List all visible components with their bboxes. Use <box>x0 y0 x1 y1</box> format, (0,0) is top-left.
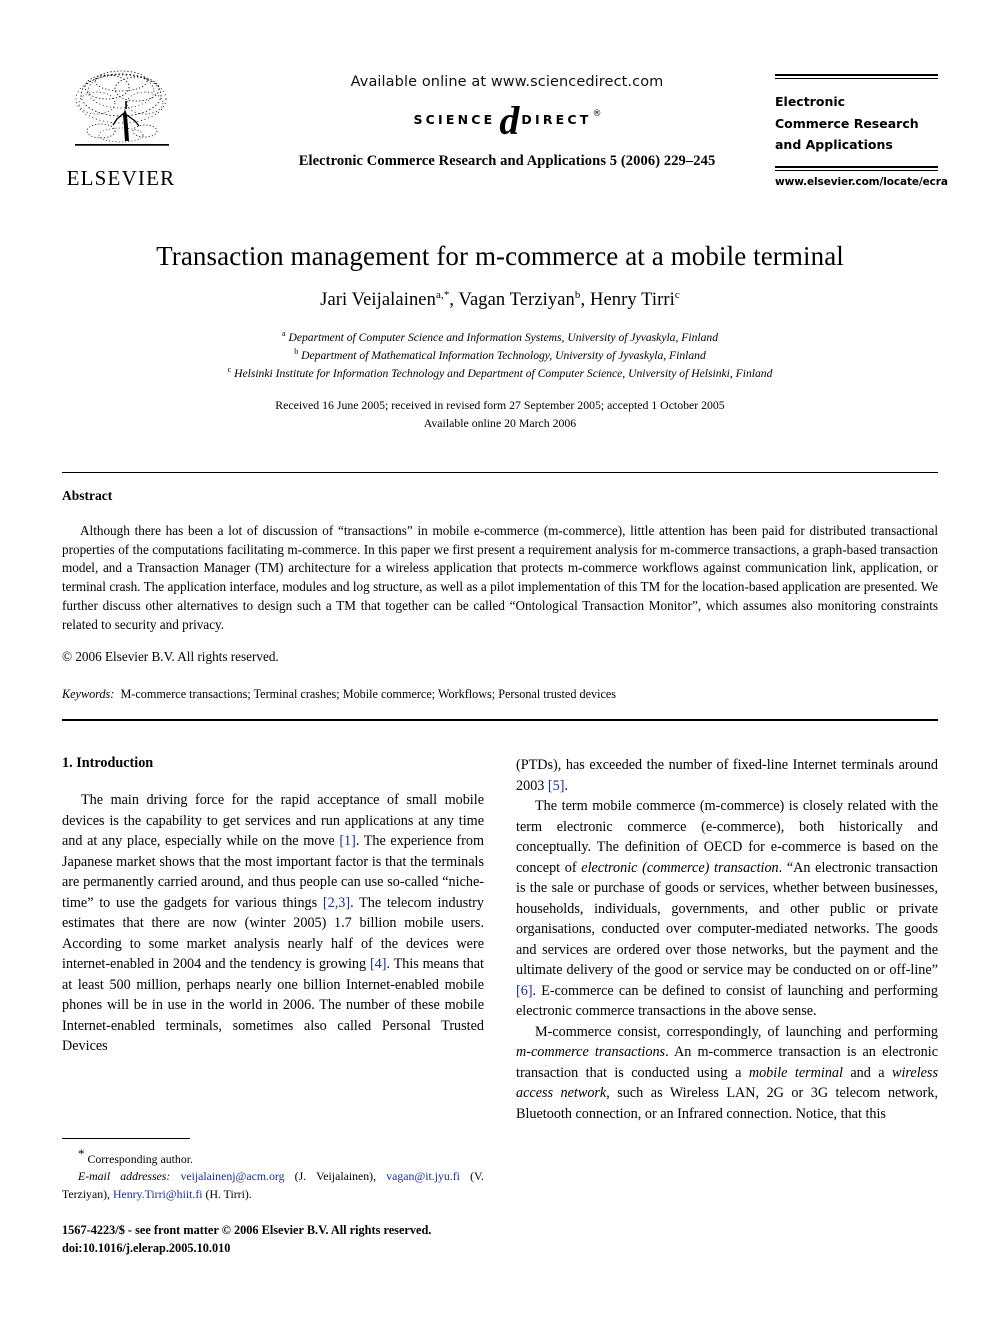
journal-header: ELSEVIER Available online at www.science… <box>62 62 948 212</box>
issn-copyright-line: 1567-4223/$ - see front matter © 2006 El… <box>62 1223 432 1237</box>
intro-p3-text-3: and a <box>842 1064 892 1081</box>
email-link-1[interactable]: veijalainenj@acm.org <box>180 1169 284 1183</box>
affiliation-marker: b <box>294 347 299 357</box>
intro-p3-emphasis-2: mobile terminal <box>748 1064 843 1081</box>
journal-box-rule-top <box>775 74 938 79</box>
email-link-2[interactable]: vagan@it.jyu.fi <box>386 1169 460 1183</box>
email-addresses-label: E-mail addresses: <box>78 1169 171 1184</box>
sciencedirect-at-glyph: d <box>499 98 520 143</box>
citation-ref-2-3[interactable]: [2,3] <box>323 895 350 911</box>
author-name-2: Vagan Terziyan <box>458 290 575 311</box>
abstract-rule-bottom <box>62 719 938 721</box>
citation-ref-5[interactable]: [5] <box>548 778 565 794</box>
author-name-3: Henry Tirri <box>589 290 675 311</box>
intro-p2-text-2: . “An electronic transaction is the sale… <box>516 859 939 979</box>
footnote-asterisk: * <box>78 1146 85 1161</box>
elsevier-wordmark: ELSEVIER <box>66 166 176 190</box>
affiliation-text: Helsinki Institute for Information Techn… <box>234 367 773 381</box>
elsevier-tree-icon <box>75 70 169 146</box>
keywords-line: Keywords: M-commerce transactions; Termi… <box>62 686 938 703</box>
intro-p2-emphasis-1: electronic (commerce) transaction <box>581 859 779 876</box>
abstract-copyright: © 2006 Elsevier B.V. All rights reserved… <box>62 648 279 664</box>
intro-paragraph-3: M-commerce consist, correspondingly, of … <box>516 1022 938 1125</box>
affiliation-text: Department of Computer Science and Infor… <box>288 330 718 344</box>
citation-ref-6[interactable]: [6] <box>516 983 533 999</box>
citation-ref-4[interactable]: [4] <box>370 956 387 972</box>
email-owner-3: (H. Tirri). <box>205 1186 252 1201</box>
intro-p3-emphasis-1: m-commerce transactions <box>516 1044 666 1061</box>
author-marker-2: b <box>574 289 581 302</box>
footnote-rule <box>62 1138 190 1139</box>
author-list: Jari Veijalainena,*, Vagan Terziyanb, He… <box>320 289 680 311</box>
paper-page: ELSEVIER Available online at www.science… <box>0 0 992 1323</box>
page-title: Transaction management for m-commerce at… <box>156 241 844 271</box>
intro-paragraph-1-continued: (PTDs), has exceeded the number of fixed… <box>516 755 938 796</box>
author-marker-1: a,* <box>435 289 450 302</box>
email-owner-1: (J. Veijalainen), <box>294 1169 377 1184</box>
doi-line[interactable]: doi:10.1016/j.elerap.2005.10.010 <box>62 1240 492 1258</box>
sciencedirect-block: Available online at www.sciencedirect.co… <box>237 74 777 170</box>
sciencedirect-science-text: SCIENCE <box>413 111 496 127</box>
journal-homepage-url[interactable]: www.elsevier.com/locate/ecra <box>775 176 948 188</box>
corresponding-author-text: Corresponding author. <box>87 1151 193 1166</box>
citation-ref-1[interactable]: [1] <box>339 833 356 849</box>
intro-paragraph-2: The term mobile commerce (m-commerce) is… <box>516 796 938 1022</box>
sciencedirect-logo: SCIENCE d DIRECT ® <box>237 98 777 143</box>
left-column: 1. Introduction The main driving force f… <box>62 755 484 1057</box>
journal-title-box: Electronic Commerce Research and Applica… <box>775 74 948 188</box>
intro-p1-cont-text-1: (PTDs), has exceeded the number of fixed… <box>516 757 938 794</box>
sciencedirect-direct-text: DIRECT <box>521 111 592 127</box>
author-name-1: Jari Veijalainen <box>320 290 436 311</box>
affiliation-marker: a <box>282 328 286 338</box>
journal-name-line-1: Electronic <box>775 94 846 109</box>
journal-citation-line: Electronic Commerce Research and Applica… <box>298 153 716 169</box>
intro-p2-text-3: . E-commerce can be defined to consist o… <box>516 982 938 1020</box>
available-online-text: Available online at www.sciencedirect.co… <box>350 74 664 90</box>
title-block: Transaction management for m-commerce at… <box>62 240 938 433</box>
footnote-block: * Corresponding author. E-mail addresses… <box>62 1138 484 1203</box>
abstract-rule-top <box>62 472 938 473</box>
keywords-value: M-commerce transactions; Terminal crashe… <box>120 687 617 702</box>
affiliation-item: b Department of Mathematical Information… <box>62 346 938 364</box>
affiliation-marker: c <box>227 365 232 375</box>
abstract-section: Abstract Although there has been a lot o… <box>62 488 938 704</box>
elsevier-logo: ELSEVIER <box>62 65 180 190</box>
email-addresses-note: E-mail addresses: veijalainenj@acm.org (… <box>62 1168 484 1203</box>
affiliation-list: a Department of Computer Science and Inf… <box>62 328 938 383</box>
keywords-label: Keywords: <box>62 687 115 702</box>
affiliation-item: a Department of Computer Science and Inf… <box>62 328 938 346</box>
received-dates: Received 16 June 2005; received in revis… <box>275 397 725 412</box>
right-column: (PTDs), has exceeded the number of fixed… <box>516 755 938 1124</box>
journal-box-rule-bottom <box>775 165 938 171</box>
available-online-date: Available online 20 March 2006 <box>423 415 577 430</box>
corresponding-author-note: * Corresponding author. <box>62 1144 484 1168</box>
intro-p1-cont-text-2: . <box>564 777 569 794</box>
journal-name-line-2: Commerce Research <box>775 115 919 131</box>
email-link-3[interactable]: Henry.Tirri@hiit.fi <box>113 1187 203 1201</box>
registered-trademark-icon: ® <box>592 109 602 119</box>
author-marker-3: c <box>674 289 680 302</box>
journal-name-line-3: and Applications <box>775 137 893 152</box>
publication-dates: Received 16 June 2005; received in revis… <box>62 397 938 433</box>
affiliation-text: Department of Mathematical Information T… <box>301 348 706 362</box>
intro-p3-text-1: M-commerce consist, correspondingly, of … <box>535 1023 938 1040</box>
abstract-body-text: Although there has been a lot of discuss… <box>62 523 938 632</box>
abstract-heading: Abstract <box>62 488 113 503</box>
intro-paragraph-1: The main driving force for the rapid acc… <box>62 790 484 1057</box>
affiliation-item: c Helsinki Institute for Information Tec… <box>62 364 938 382</box>
section-heading-introduction: 1. Introduction <box>62 755 154 771</box>
imprint-block: 1567-4223/$ - see front matter © 2006 El… <box>62 1222 492 1258</box>
